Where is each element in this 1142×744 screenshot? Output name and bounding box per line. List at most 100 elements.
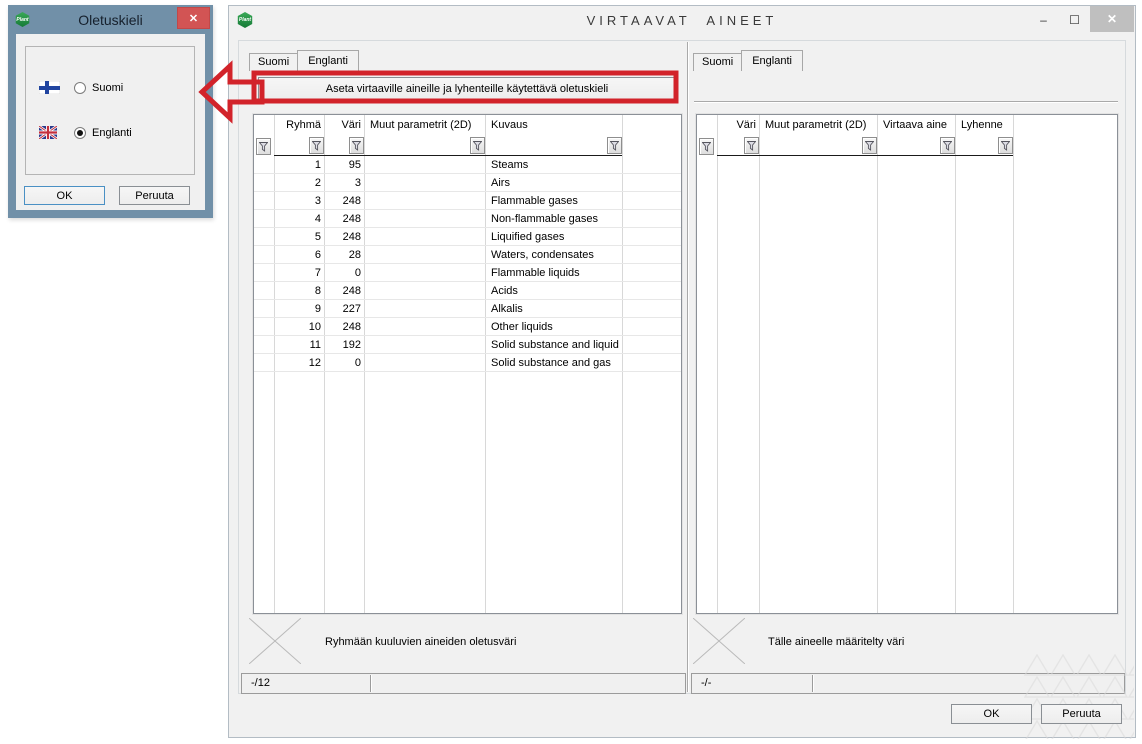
table-cell: 8 [274,283,324,299]
left-tab-suomi[interactable]: Suomi [249,53,298,71]
table-cell: Non-flammable gases [485,211,622,227]
finland-flag-icon [39,81,60,97]
filter-input[interactable] [274,135,324,156]
right-table-header: Väri Muut parametrit (2D) Virtaava aine … [697,115,1117,135]
table-cell: Alkalis [485,301,622,317]
table-row[interactable]: 4248Non-flammable gases [254,210,681,228]
dialog-cancel-button[interactable]: Peruuta [119,186,190,205]
left-table[interactable]: Ryhmä Väri Muut parametrit (2D) Kuvaus [253,114,682,614]
table-row[interactable]: 70Flammable liquids [254,264,681,282]
filter-input[interactable] [955,135,1013,156]
table-cell: 9 [274,301,324,317]
right-table[interactable]: Väri Muut parametrit (2D) Virtaava aine … [696,114,1118,614]
language-dialog: Plant Oletuskieli ✕ Suomi [8,5,213,218]
table-row[interactable]: 3248 Flammable gases [254,192,681,210]
table-cell: 0 [324,355,364,371]
dialog-close-button[interactable]: ✕ [177,7,210,29]
dialog-ok-button[interactable]: OK [24,186,105,205]
watermark [1024,654,1134,742]
screen: { "colors": { "annotation_red": "#d2232a… [0,0,1142,744]
filter-input[interactable] [877,135,955,156]
filter-input[interactable] [759,135,877,156]
left-status-count: -/12 [251,677,270,689]
table-cell: Acids [485,283,622,299]
right-filter-row [697,135,1117,156]
table-cell: Airs [485,175,622,191]
filter-icon[interactable] [744,137,759,154]
filter-icon[interactable] [607,137,622,154]
left-swatch-label: Ryhmään kuuluvien aineiden oletusväri [325,636,516,648]
app-logo-icon: Plant [15,12,30,27]
table-cell: Flammable gases [485,193,622,209]
minimize-button[interactable]: – [1028,6,1059,33]
table-cell: 1 [274,157,324,173]
filter-icon[interactable] [862,137,877,154]
table-cell: 3 [274,193,324,209]
left-tab-englanti[interactable]: Englanti [297,50,359,71]
ok-button[interactable]: OK [951,704,1032,724]
table-row[interactable]: 5248Liquified gases [254,228,681,246]
filter-input[interactable] [324,135,364,156]
table-cell: 3 [324,175,364,191]
right-panel-tabs: Suomi Englanti [693,47,803,71]
table-cell: 6 [274,247,324,263]
panel-divider [687,42,689,692]
radio-englanti[interactable] [74,127,86,139]
set-default-language-button[interactable]: Aseta virtaaville aineille ja lyhenteill… [258,77,676,101]
column-header[interactable]: Muut parametrit (2D) [759,119,877,131]
column-header[interactable]: Muut parametrit (2D) [364,119,485,131]
cancel-button[interactable]: Peruuta [1041,704,1122,724]
substance-color-swatch [693,618,745,664]
filter-icon[interactable] [699,138,714,155]
table-row[interactable]: 23Airs [254,174,681,192]
table-cell: 192 [324,337,364,353]
table-row[interactable]: 120Solid substance and gas [254,354,681,372]
radio-label-englanti[interactable]: Englanti [92,127,132,139]
table-cell: 248 [324,229,364,245]
dialog-titlebar[interactable]: Plant Oletuskieli ✕ [8,5,213,34]
table-row[interactable]: 11192Solid substance and liquid [254,336,681,354]
table-row[interactable]: 195Steams [254,156,681,174]
close-button[interactable]: ✕ [1090,6,1134,32]
filter-input[interactable] [364,135,485,156]
table-row[interactable]: 9227Alkalis [254,300,681,318]
table-cell: Liquified gases [485,229,622,245]
table-cell: Solid substance and gas [485,355,622,371]
table-row[interactable]: 628 Waters, condensates [254,246,681,264]
caption-controls: – ☐ ✕ [1028,6,1134,33]
radio-suomi[interactable] [74,82,86,94]
table-cell: Waters, condensates [485,247,622,263]
filter-icon[interactable] [349,137,364,154]
table-cell: 95 [324,157,364,173]
column-header[interactable]: Väri [324,119,364,131]
table-row[interactable]: 10248Other liquids [254,318,681,336]
table-cell: 28 [324,247,364,263]
option-row-suomi[interactable]: Suomi [26,81,194,96]
right-tab-suomi[interactable]: Suomi [693,53,742,71]
left-table-body: 195Steams23Airs3248Flammable gases4248No… [254,156,681,372]
filter-icon[interactable] [309,137,324,154]
table-cell: Flammable liquids [485,265,622,281]
filter-icon[interactable] [470,137,485,154]
filter-input[interactable] [717,135,759,156]
filter-icon[interactable] [998,137,1013,154]
column-header[interactable]: Ryhmä [274,119,324,131]
right-tab-englanti[interactable]: Englanti [741,50,803,71]
filter-input[interactable] [485,135,622,156]
maximize-button[interactable]: ☐ [1059,6,1090,33]
main-window: Plant VIRTAAVAT AINEET – ☐ ✕ Suomi Engla… [228,5,1136,738]
filter-icon[interactable] [940,137,955,154]
radio-label-suomi[interactable]: Suomi [92,82,123,94]
table-cell: 248 [324,193,364,209]
column-header[interactable]: Kuvaus [485,119,622,131]
column-header[interactable]: Virtaava aine [877,119,955,131]
option-row-englanti[interactable]: Englanti [26,126,194,141]
left-status-bar: -/12 [241,673,686,694]
column-header[interactable]: Väri [717,119,759,131]
column-header[interactable]: Lyhenne [955,119,1013,131]
table-row[interactable]: 8248 Acids [254,282,681,300]
filter-icon[interactable] [256,138,271,155]
main-titlebar[interactable]: Plant VIRTAAVAT AINEET – ☐ ✕ [229,6,1135,35]
right-panel-separator [694,101,1118,103]
table-cell: 248 [324,283,364,299]
